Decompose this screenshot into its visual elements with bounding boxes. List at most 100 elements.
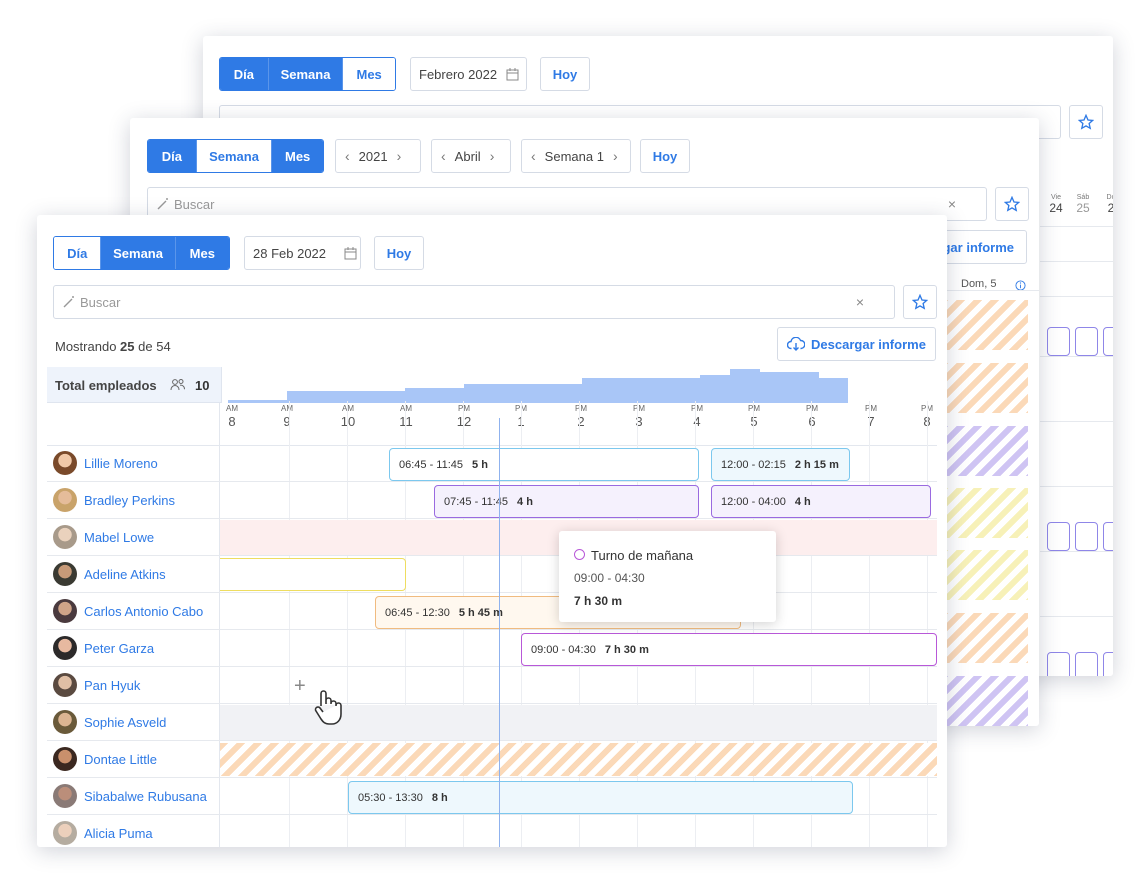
hour-label: PM 4 — [677, 404, 717, 429]
front-tab-day[interactable]: Día — [54, 237, 101, 269]
download-report-button[interactable]: Descargar informe — [777, 327, 936, 361]
chevron-right-icon[interactable]: › — [490, 148, 495, 164]
front-search-placeholder: Buscar — [80, 294, 121, 310]
shift-block[interactable]: 09:00 - 04:30 7 h 30 m — [521, 633, 937, 666]
employee-name[interactable]: Lillie Moreno — [84, 456, 158, 471]
hour-label: PM 12 — [444, 404, 484, 429]
chevron-right-icon[interactable]: › — [397, 148, 402, 164]
employee-row[interactable]: Pan Hyuk — [47, 667, 937, 704]
employee-row[interactable]: Alicia Puma — [47, 815, 937, 847]
back-tab-day[interactable]: Día — [220, 58, 268, 90]
coverage-bar — [405, 387, 436, 403]
hour-ampm: AM — [342, 404, 354, 413]
front-date-picker[interactable]: 28 Feb 2022 — [244, 236, 361, 270]
middle-today-button[interactable]: Hoy — [640, 139, 690, 173]
coverage-bar — [257, 399, 288, 403]
back-shift-cell[interactable] — [1075, 522, 1098, 551]
chevron-left-icon[interactable]: ‹ — [345, 148, 350, 164]
employee-name[interactable]: Adeline Atkins — [84, 567, 166, 582]
add-shift-button[interactable]: + — [294, 675, 306, 698]
hour-number: 10 — [340, 414, 356, 429]
employee-name[interactable]: Pan Hyuk — [84, 678, 140, 693]
chevron-left-icon[interactable]: ‹ — [531, 148, 536, 164]
back-date-picker[interactable]: Febrero 2022 — [410, 57, 527, 91]
employee-name[interactable]: Sophie Asveld — [84, 715, 166, 730]
tooltip-title: Turno de mañana — [591, 548, 694, 563]
middle-clear-button[interactable]: × — [948, 196, 956, 212]
chevron-left-icon[interactable]: ‹ — [441, 148, 446, 164]
back-tab-month[interactable]: Mes — [342, 58, 395, 90]
employee-name[interactable]: Carlos Antonio Cabo — [84, 604, 203, 619]
coverage-bar — [582, 378, 613, 403]
employee-name[interactable]: Bradley Perkins — [84, 493, 175, 508]
coverage-bar — [287, 390, 318, 403]
hour-number: 9 — [283, 414, 291, 429]
back-shift-cell[interactable] — [1075, 652, 1098, 676]
back-favorite-button[interactable] — [1069, 105, 1103, 139]
front-clear-button[interactable]: × — [856, 294, 864, 310]
hour-ampm: PM — [458, 404, 470, 413]
employee-name[interactable]: Peter Garza — [84, 641, 154, 656]
middle-search-placeholder: Buscar — [174, 196, 215, 212]
back-tab-week[interactable]: Semana — [267, 58, 343, 90]
middle-unavailable-block — [940, 300, 1028, 350]
coverage-bar — [434, 387, 465, 403]
hour-number: 11 — [399, 414, 413, 429]
middle-tab-week[interactable]: Semana — [195, 140, 272, 172]
shift-block[interactable]: 06:45 - 11:45 5 h — [389, 448, 699, 481]
hour-label: PM 3 — [619, 404, 659, 429]
week-selector[interactable]: ‹ Semana 1 › — [521, 139, 631, 173]
back-shift-cell[interactable] — [1103, 327, 1113, 356]
week-value: Semana 1 — [544, 148, 604, 164]
year-selector[interactable]: ‹ 2021 › — [335, 139, 421, 173]
showing-count: Mostrando 25 de 54 — [55, 339, 171, 354]
shift-block[interactable]: 12:00 - 04:00 4 h — [711, 485, 931, 518]
back-day-sat: Sáb 25 — [1076, 194, 1090, 215]
chevron-right-icon[interactable]: › — [613, 148, 618, 164]
coverage-chart — [228, 367, 849, 403]
magic-wand-icon — [157, 198, 168, 210]
back-shift-cell[interactable] — [1103, 522, 1113, 551]
shift-block[interactable]: 05:30 - 13:30 8 h — [348, 781, 853, 814]
month-selector[interactable]: ‹ Abril › — [431, 139, 511, 173]
avatar — [53, 821, 77, 845]
total-employees-header: Total empleados 10 — [47, 367, 937, 403]
employee-name[interactable]: Alicia Puma — [84, 826, 153, 841]
back-shift-cell[interactable] — [1047, 522, 1070, 551]
front-date-value: 28 Feb 2022 — [253, 245, 327, 261]
coverage-bar — [228, 399, 259, 403]
front-favorite-button[interactable] — [903, 285, 937, 319]
front-tab-month[interactable]: Mes — [174, 237, 229, 269]
hour-number: 7 — [867, 414, 875, 429]
back-shift-cell[interactable] — [1103, 652, 1113, 676]
hour-number: 5 — [734, 414, 774, 429]
coverage-bar — [375, 390, 406, 403]
employee-name[interactable]: Mabel Lowe — [84, 530, 154, 545]
coverage-bar — [464, 384, 495, 403]
employee-name[interactable]: Sibabalwe Rubusana — [84, 789, 207, 804]
front-today-button[interactable]: Hoy — [374, 236, 424, 270]
hour-label: AM 11 — [386, 404, 426, 429]
back-shift-cell[interactable] — [1047, 652, 1070, 676]
middle-tab-day[interactable]: Día — [148, 140, 196, 172]
tooltip-duration: 7 h 30 m — [574, 594, 623, 608]
back-shift-cell[interactable] — [1047, 327, 1070, 356]
shift-block[interactable]: 12:00 - 02:15 2 h 15 m — [711, 448, 850, 481]
avatar — [53, 747, 77, 771]
middle-tab-month[interactable]: Mes — [271, 140, 323, 172]
back-today-button[interactable]: Hoy — [540, 57, 590, 91]
employee-name[interactable]: Dontae Little — [84, 752, 157, 767]
employee-row[interactable]: Adeline Atkins — [47, 556, 937, 593]
back-shift-cell[interactable] — [1075, 327, 1098, 356]
shift-block[interactable] — [220, 558, 406, 591]
middle-favorite-button[interactable] — [995, 187, 1029, 221]
shift-block[interactable]: 07:45 - 11:45 4 h — [434, 485, 699, 518]
front-search-input[interactable]: Buscar × — [53, 285, 895, 319]
hour-ampm: PM — [748, 404, 760, 413]
back-date-value: Febrero 2022 — [419, 66, 498, 82]
coverage-bar — [670, 378, 701, 403]
hour-label: PM6 — [792, 404, 832, 429]
star-icon — [1004, 196, 1020, 212]
front-tab-week[interactable]: Semana — [100, 237, 175, 269]
circle-icon — [574, 549, 585, 560]
